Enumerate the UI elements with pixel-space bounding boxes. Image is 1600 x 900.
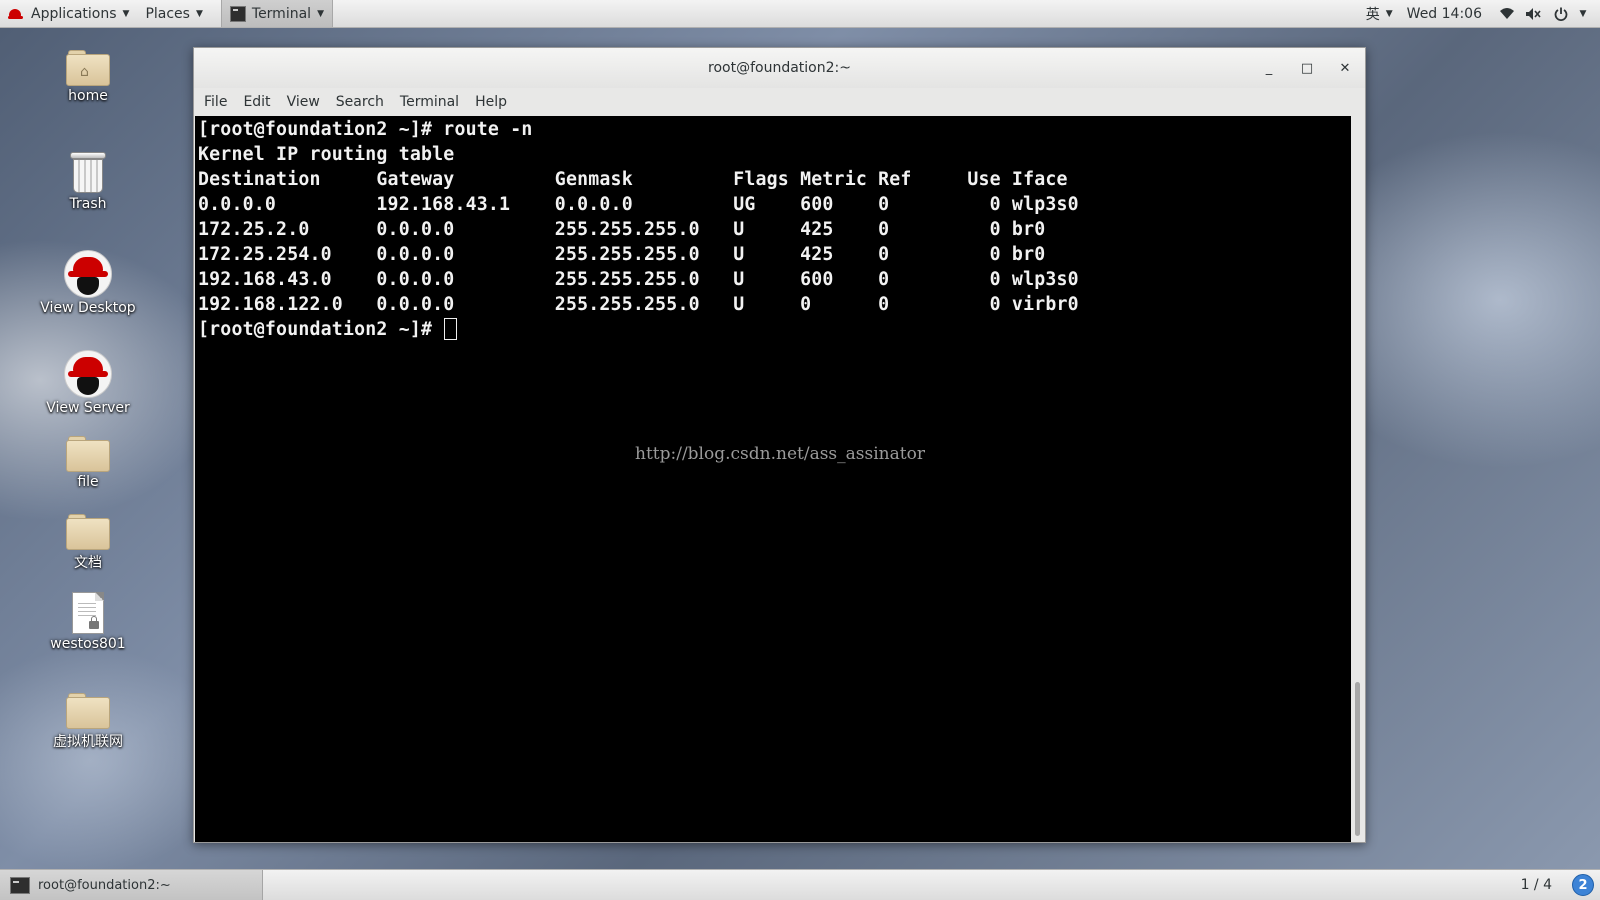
window-titlebar[interactable]: root@foundation2:~ _ □ ✕ xyxy=(194,48,1365,88)
desktop-icon-vm-network[interactable]: 虚拟机联网 xyxy=(33,693,143,751)
chevron-down-icon: ▼ xyxy=(122,8,130,19)
table-row: 0.0.0.0 192.168.43.1 0.0.0.0 UG 600 0 0 … xyxy=(198,194,1079,215)
trash-icon xyxy=(70,150,106,194)
status-area: 英 ▼ Wed 14:06 ▼ xyxy=(1358,0,1600,27)
close-button[interactable]: ✕ xyxy=(1332,56,1358,80)
top-panel: Applications ▼ Places ▼ Terminal ▼ 英 ▼ W… xyxy=(0,0,1600,28)
desktop-icon-label: 文档 xyxy=(74,555,102,571)
volume-muted-icon[interactable] xyxy=(1522,0,1544,27)
menu-file[interactable]: File xyxy=(196,94,235,110)
chevron-down-icon: ▼ xyxy=(195,8,203,19)
desktop-icon-label: file xyxy=(77,474,99,490)
maximize-icon: □ xyxy=(1300,60,1314,76)
applications-label: Applications xyxy=(31,5,117,22)
prompt: [root@foundation2 ~]# xyxy=(198,319,444,340)
table-row: 192.168.43.0 0.0.0.0 255.255.255.0 U 600… xyxy=(198,269,1079,290)
taskbar-item-terminal[interactable]: root@foundation2:~ xyxy=(0,870,263,900)
terminal-window: root@foundation2:~ _ □ ✕ File Edit View … xyxy=(193,47,1366,843)
minimize-icon: _ xyxy=(1265,60,1273,76)
desktop-icon-home[interactable]: ⌂ home xyxy=(33,50,143,104)
workspace-indicator[interactable]: 1 / 4 xyxy=(1521,877,1552,893)
places-label: Places xyxy=(145,5,190,22)
home-folder-icon: ⌂ xyxy=(66,50,110,86)
scrollbar-thumb[interactable] xyxy=(1355,682,1360,836)
desktop-icon-westos801[interactable]: westos801 xyxy=(33,592,143,652)
terminal-scrollbar[interactable] xyxy=(1351,116,1364,842)
applications-menu[interactable]: Applications ▼ xyxy=(0,0,137,27)
terminal-output[interactable]: [root@foundation2 ~]# route -n Kernel IP… xyxy=(195,116,1351,842)
desktop-icon-file[interactable]: file xyxy=(33,436,143,490)
watermark: http://blog.csdn.net/ass_assinator xyxy=(635,444,925,464)
input-method-menu[interactable]: 英 ▼ xyxy=(1358,0,1401,27)
clock-label: Wed 14:06 xyxy=(1406,5,1482,22)
terminal-icon xyxy=(10,876,30,894)
table-row: 192.168.122.0 0.0.0.0 255.255.255.0 U 0 … xyxy=(198,294,1079,315)
window-title: root@foundation2:~ xyxy=(708,60,851,76)
menu-bar: File Edit View Search Terminal Help xyxy=(194,88,1365,115)
desktop-icon-documents[interactable]: 文档 xyxy=(33,514,143,572)
table-rows: 0.0.0.0 192.168.43.1 0.0.0.0 UG 600 0 0 … xyxy=(198,194,1079,315)
terminal-text: [root@foundation2 ~]# route -n Kernel IP… xyxy=(198,117,1079,342)
minimize-button[interactable]: _ xyxy=(1256,56,1282,80)
table-row: 172.25.254.0 0.0.0.0 255.255.255.0 U 425… xyxy=(198,244,1046,265)
table-row: 172.25.2.0 0.0.0.0 255.255.255.0 U 425 0… xyxy=(198,219,1046,240)
desktop-icon-view-server[interactable]: View Server xyxy=(33,350,143,416)
desktop-icon-trash[interactable]: Trash xyxy=(33,150,143,212)
desktop-icon-label: home xyxy=(68,88,108,104)
chevron-down-icon: ▼ xyxy=(317,8,324,19)
terminal-icon xyxy=(229,5,246,22)
close-icon: ✕ xyxy=(1339,60,1351,76)
folder-icon xyxy=(66,436,110,472)
folder-icon xyxy=(66,693,110,729)
locked-document-icon xyxy=(72,592,104,634)
active-app-menu[interactable]: Terminal ▼ xyxy=(220,0,333,27)
desktop-icon-label: 虚拟机联网 xyxy=(53,734,123,750)
bottom-panel: root@foundation2:~ 1 / 4 2 xyxy=(0,869,1600,900)
desktop-icon-label: westos801 xyxy=(50,636,126,652)
chevron-down-icon: ▼ xyxy=(1385,8,1393,19)
clock[interactable]: Wed 14:06 xyxy=(1401,0,1496,27)
redhat-logo-icon xyxy=(8,8,24,20)
power-icon[interactable] xyxy=(1550,0,1572,27)
menu-search[interactable]: Search xyxy=(328,94,392,110)
menu-view[interactable]: View xyxy=(279,94,328,110)
desktop-icon-view-desktop[interactable]: View Desktop xyxy=(33,250,143,316)
redhat-icon xyxy=(64,250,112,298)
maximize-button[interactable]: □ xyxy=(1294,56,1320,80)
places-menu[interactable]: Places ▼ xyxy=(137,0,210,27)
folder-icon xyxy=(66,514,110,550)
desktop-icon-label: View Desktop xyxy=(40,300,136,316)
redhat-icon xyxy=(64,350,112,398)
input-method-label: 英 xyxy=(1365,6,1380,23)
table-title: Kernel IP routing table xyxy=(198,144,455,165)
table-header: Destination Gateway Genmask Flags Metric… xyxy=(198,169,1068,190)
terminal-cursor xyxy=(444,318,458,340)
menu-terminal[interactable]: Terminal xyxy=(392,94,467,110)
menu-edit[interactable]: Edit xyxy=(235,94,278,110)
wifi-icon[interactable] xyxy=(1496,0,1518,27)
menu-help[interactable]: Help xyxy=(467,94,515,110)
active-app-label: Terminal xyxy=(251,5,312,22)
command-line: [root@foundation2 ~]# route -n xyxy=(198,119,533,140)
desktop-icon-label: Trash xyxy=(69,196,107,212)
taskbar-item-label: root@foundation2:~ xyxy=(38,877,171,893)
notification-badge[interactable]: 2 xyxy=(1572,874,1594,896)
desktop-icon-label: View Server xyxy=(46,400,130,416)
chevron-down-icon[interactable]: ▼ xyxy=(1572,0,1594,27)
